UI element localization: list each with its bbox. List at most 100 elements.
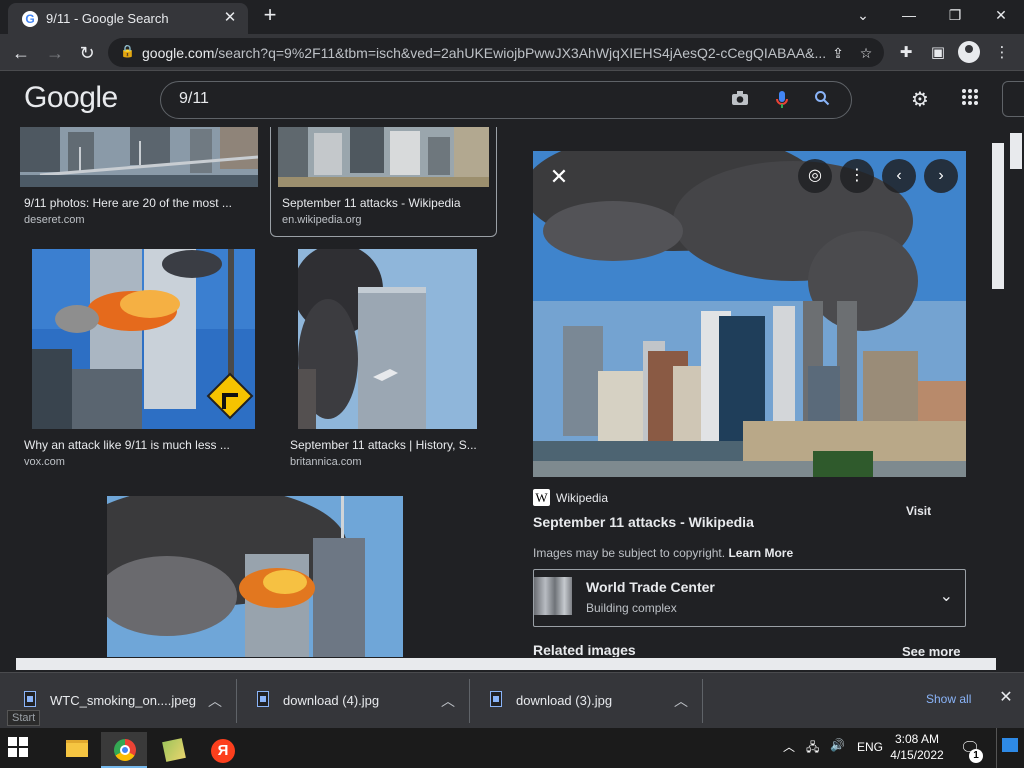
yandex-app[interactable]: Я xyxy=(198,732,244,768)
url-text[interactable]: google.com/search?q=9%2F11&tbm=isch&ved=… xyxy=(142,45,832,61)
britannica-image xyxy=(298,249,477,429)
visit-button[interactable]: Visit xyxy=(906,504,931,518)
show-hidden-icons-icon[interactable]: ︿ xyxy=(783,738,795,755)
search-icon[interactable] xyxy=(811,90,833,112)
chrome-app[interactable] xyxy=(101,732,147,768)
chevron-up-icon[interactable]: ︿ xyxy=(674,691,688,711)
start-square xyxy=(19,748,28,757)
show-all-button[interactable]: Show all xyxy=(926,692,971,706)
horizontal-scrollbar[interactable] xyxy=(0,657,1024,671)
result-source[interactable]: britannica.com xyxy=(290,456,362,468)
search-icon-svg xyxy=(815,91,830,106)
horizontal-scrollbar-thumb[interactable] xyxy=(16,658,996,670)
entity-title: World Trade Center xyxy=(586,579,715,595)
download-item[interactable]: download (4).jpg ︿ xyxy=(235,679,467,723)
chevron-up-icon[interactable]: ︿ xyxy=(208,691,222,711)
extensions-icon[interactable]: ✚ xyxy=(894,41,918,65)
profile-avatar-icon[interactable] xyxy=(958,41,980,63)
result-thumb-wikipedia[interactable] xyxy=(278,127,489,187)
result-caption[interactable]: September 11 attacks - Wikipedia xyxy=(282,196,461,210)
google-header: Google ⚙ xyxy=(0,71,1024,127)
new-tab-icon[interactable]: + xyxy=(259,4,281,27)
result-caption[interactable]: September 11 attacks | History, S... xyxy=(290,438,477,452)
google-logo[interactable]: Google xyxy=(24,81,118,115)
close-downloads-icon[interactable]: ✕ xyxy=(996,687,1016,707)
image-file-icon xyxy=(24,691,36,707)
close-panel-icon[interactable]: ✕ xyxy=(546,164,572,190)
result-source[interactable]: vox.com xyxy=(24,456,65,468)
wikipedia-icon: W xyxy=(533,489,550,506)
learn-more-link[interactable]: Learn More xyxy=(728,546,793,560)
sign-in-button[interactable] xyxy=(1002,81,1024,117)
search-box[interactable] xyxy=(160,81,852,119)
close-window-icon[interactable]: ✕ xyxy=(978,4,1024,26)
related-images-heading: Related images xyxy=(533,642,636,657)
address-bar[interactable]: 🔒 google.com/search?q=9%2F11&tbm=isch&ve… xyxy=(108,38,884,67)
notification-count-badge: 1 xyxy=(969,749,983,763)
apps-grid-svg xyxy=(962,89,978,105)
result-thumb-deseret[interactable] xyxy=(20,127,258,187)
preview-image[interactable] xyxy=(533,151,966,477)
chevron-up-icon[interactable]: ︿ xyxy=(441,691,455,711)
url-host: google.com xyxy=(142,45,215,61)
next-image-icon[interactable]: › xyxy=(924,159,958,193)
camera-icon[interactable] xyxy=(729,90,751,112)
see-more-link[interactable]: See more xyxy=(902,644,961,657)
bookmark-star-icon[interactable]: ☆ xyxy=(856,43,876,63)
knowledge-entity-card[interactable]: World Trade Center Building complex ⌄ xyxy=(533,569,966,627)
result-thumb-britannica[interactable] xyxy=(298,249,477,429)
previous-image-icon[interactable]: ‹ xyxy=(882,159,916,193)
result-caption[interactable]: 9/11 photos: Here are 20 of the most ... xyxy=(24,196,232,210)
start-square xyxy=(19,737,28,746)
settings-gear-icon[interactable]: ⚙ xyxy=(908,88,932,112)
entity-subtitle: Building complex xyxy=(586,601,677,615)
notes-icon xyxy=(162,738,186,762)
scrollbar-thumb[interactable] xyxy=(1010,133,1022,169)
windows-start-icon[interactable] xyxy=(8,737,36,759)
browser-tab[interactable]: G 9/11 - Google Search ✕ xyxy=(8,3,248,34)
google-favicon-icon: G xyxy=(22,11,38,27)
language-indicator[interactable]: ENG xyxy=(857,740,883,754)
result-source[interactable]: en.wikipedia.org xyxy=(282,214,362,226)
download-item[interactable]: download (3).jpg ︿ xyxy=(468,679,700,723)
clock[interactable]: 3:08 AM 4/15/2022 xyxy=(888,731,946,763)
notes-app[interactable] xyxy=(150,732,196,768)
chrome-icon xyxy=(114,739,136,761)
result-thumb-fireball[interactable] xyxy=(107,496,403,657)
more-options-icon[interactable]: ⋮ xyxy=(840,159,874,193)
back-icon[interactable]: ← xyxy=(8,40,34,66)
vox-image xyxy=(32,249,255,429)
result-source[interactable]: deseret.com xyxy=(24,214,85,226)
panel-scrollbar[interactable] xyxy=(992,143,1004,289)
camera-icon-svg xyxy=(732,91,748,105)
copyright-notice: Images may be subject to copyright. Lear… xyxy=(533,546,793,560)
network-icon[interactable]: 🖧 xyxy=(806,738,819,759)
result-thumb-vox[interactable] xyxy=(32,249,255,429)
show-desktop-icon[interactable] xyxy=(1002,738,1018,752)
file-explorer-app[interactable] xyxy=(52,732,98,768)
page-scrollbar[interactable] xyxy=(1008,127,1024,657)
side-panel-icon[interactable]: ▣ xyxy=(926,41,950,65)
close-tab-icon[interactable]: ✕ xyxy=(220,8,240,28)
tab-search-icon[interactable]: ⌄ xyxy=(840,4,886,26)
voice-search-icon[interactable] xyxy=(771,90,793,112)
lens-search-icon[interactable]: ◎ xyxy=(798,159,832,193)
minimize-icon[interactable]: — xyxy=(886,4,932,26)
reload-icon[interactable]: ↻ xyxy=(74,40,100,66)
share-icon[interactable]: ⇪ xyxy=(828,43,848,63)
chevron-down-icon[interactable]: ⌄ xyxy=(940,586,953,606)
windows-taskbar: Я ︿ 🖧 🔊 ENG 3:08 AM 4/15/2022 🗨 xyxy=(0,728,1024,768)
entity-thumbnail xyxy=(534,577,572,615)
forward-icon[interactable]: → xyxy=(42,40,68,66)
volume-icon[interactable]: 🔊 xyxy=(830,738,845,752)
apps-grid-icon[interactable] xyxy=(958,88,982,112)
search-input[interactable] xyxy=(179,90,699,108)
url-path: /search?q=9%2F11&tbm=isch&ved=2ahUKEwioj… xyxy=(214,45,827,61)
lock-icon[interactable]: 🔒 xyxy=(120,44,135,58)
panel-title[interactable]: September 11 attacks - Wikipedia xyxy=(533,514,754,530)
clock-date: 4/15/2022 xyxy=(890,748,944,762)
result-caption[interactable]: Why an attack like 9/11 is much less ... xyxy=(24,438,230,452)
chrome-menu-icon[interactable]: ⋮ xyxy=(990,41,1014,65)
site-name[interactable]: Wikipedia xyxy=(556,491,608,505)
restore-icon[interactable]: ❐ xyxy=(932,4,978,26)
